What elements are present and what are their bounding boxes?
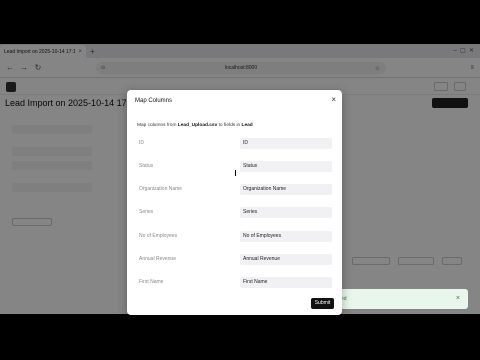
dialog-title: Map Columns (135, 98, 173, 104)
success-toast: ed × (323, 289, 468, 309)
source-column-label: First Name (139, 279, 164, 285)
source-column-label: ID (139, 140, 144, 146)
field-select[interactable]: First Name (240, 277, 332, 288)
screen: Lead Import on 2025-10-14 17:1… × + – ▢ … (0, 0, 480, 360)
field-select[interactable]: Status (240, 161, 332, 172)
close-icon[interactable]: × (331, 95, 336, 104)
text-cursor-icon (235, 170, 239, 176)
submit-button[interactable]: Submit (311, 298, 334, 309)
source-column-label: Annual Revenue (139, 256, 176, 262)
toast-close-icon[interactable]: × (456, 295, 460, 302)
file-name: Lead_Upload.csv (177, 123, 218, 128)
field-select[interactable]: ID (240, 138, 332, 149)
field-select[interactable]: Annual Revenue (240, 254, 332, 265)
field-select[interactable]: No of Employees (240, 231, 332, 242)
desc-prefix: Map columns from (137, 123, 178, 128)
map-columns-dialog: Map Columns × Map columns from Lead_Uplo… (127, 90, 342, 315)
field-select[interactable]: Organization Name (240, 184, 332, 195)
source-column-label: No of Employees (139, 233, 178, 239)
source-column-label: Series (139, 209, 154, 215)
dialog-description: Map columns from Lead_Upload.csv to fiel… (137, 123, 253, 128)
desc-middle: to fields in (217, 123, 242, 128)
source-column-label: Organization Name (139, 186, 183, 192)
field-select[interactable]: Series (240, 207, 332, 218)
source-column-label: Status (139, 163, 154, 169)
doctype-name: Lead (241, 123, 253, 128)
